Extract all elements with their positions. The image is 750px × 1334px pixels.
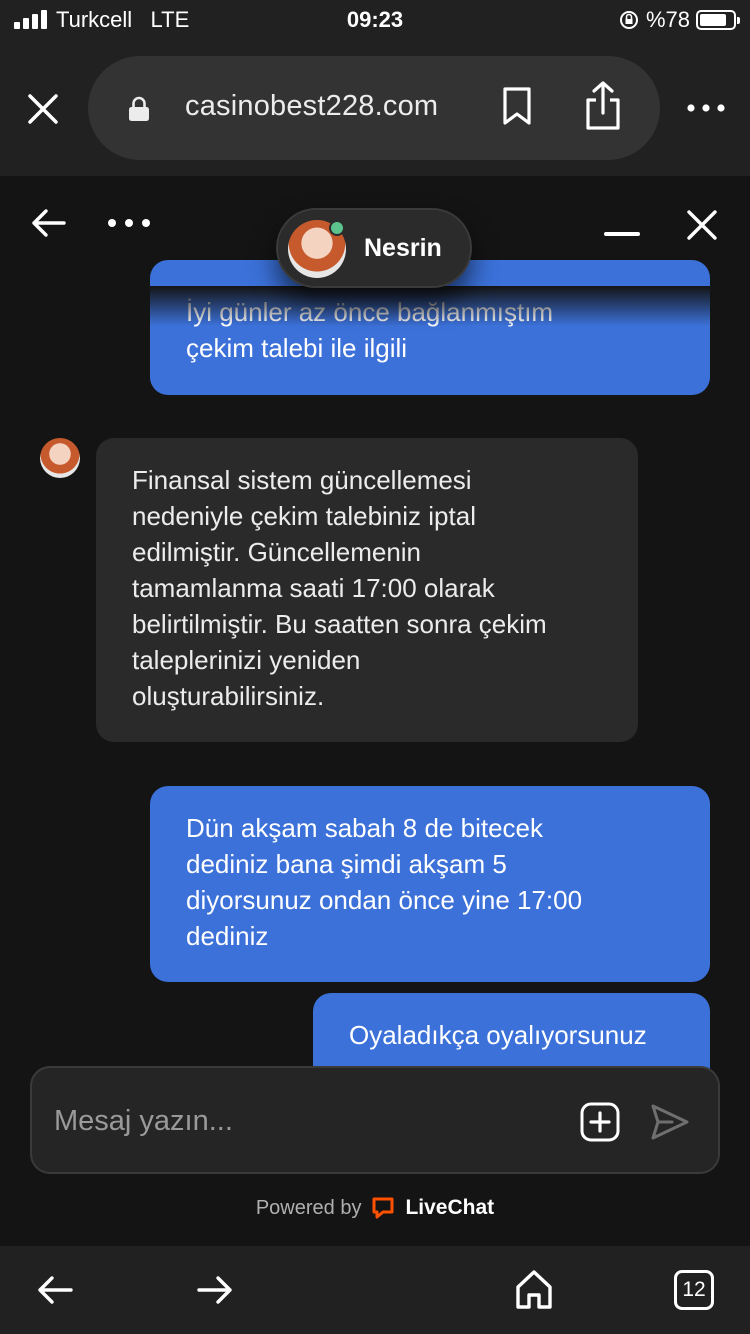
agent-avatar-small <box>40 438 80 478</box>
message-composer <box>30 1066 720 1174</box>
agent-name: Nesrin <box>364 234 442 262</box>
status-bar: Turkcell LTE 09:23 %78 <box>0 0 750 40</box>
send-icon[interactable] <box>650 1102 690 1142</box>
livechat-logo-icon <box>372 1197 394 1219</box>
back-arrow-icon[interactable] <box>36 1274 74 1306</box>
powered-by-footer[interactable]: Powered by LiveChat <box>0 1196 750 1220</box>
powered-by-text: Powered by <box>255 1196 362 1219</box>
chat-widget: Nesrin İyi günler az önce bağlanmıştım ç… <box>0 176 750 1246</box>
browser-address-bar: casinobest228.com <box>0 40 750 176</box>
battery-percentage: %78 <box>645 7 690 32</box>
close-icon[interactable] <box>686 209 718 241</box>
online-status-indicator <box>329 220 345 236</box>
plus-icon[interactable] <box>580 1102 620 1142</box>
more-icon[interactable] <box>686 98 726 118</box>
agent-header: Nesrin <box>276 208 472 288</box>
url-text: casinobest228.com <box>185 90 439 122</box>
battery-area: %78 <box>618 7 740 33</box>
back-arrow-icon[interactable] <box>30 208 66 238</box>
close-icon[interactable] <box>24 90 62 128</box>
more-icon[interactable] <box>106 216 152 230</box>
message-input[interactable] <box>54 1096 554 1146</box>
browser-toolbar: 12 <box>0 1246 750 1334</box>
lock-icon <box>129 96 149 121</box>
home-icon[interactable] <box>514 1268 554 1310</box>
bookmark-icon[interactable] <box>501 86 533 126</box>
battery-icon <box>696 10 740 30</box>
livechat-brand: LiveChat <box>405 1196 495 1219</box>
scroll-fade <box>0 286 750 326</box>
message-bubble-user: Dün akşam sabah 8 de bitecek dediniz ban… <box>150 786 710 982</box>
message-bubble-agent: Finansal sistem güncellemesi nedeniyle ç… <box>96 438 638 742</box>
orientation-lock-icon <box>619 11 638 29</box>
forward-arrow-icon[interactable] <box>196 1274 234 1306</box>
minimize-icon[interactable] <box>604 232 640 236</box>
tabs-button[interactable]: 12 <box>674 1270 714 1310</box>
share-icon[interactable] <box>583 80 623 132</box>
url-field[interactable]: casinobest228.com <box>88 56 660 160</box>
